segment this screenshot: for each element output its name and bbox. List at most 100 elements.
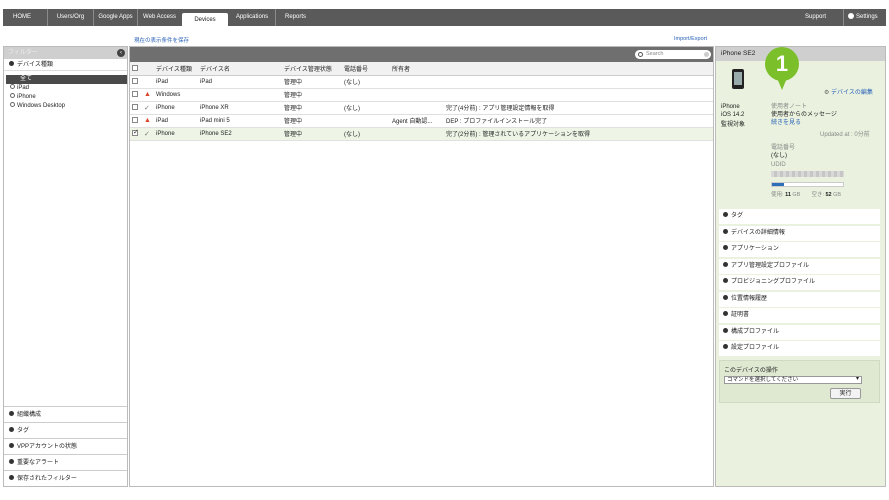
mgmt-cell: 管理中 [282, 75, 342, 89]
filter-section-org[interactable]: 組織構成 [4, 406, 127, 422]
tab-users-org[interactable]: Users/Org [47, 9, 93, 26]
table-row[interactable]: ▲ iPad iPad mini 5 管理中 Agent 自動認... DEP … [130, 114, 713, 128]
tab-devices[interactable]: Devices [182, 13, 228, 28]
col-header-phone[interactable]: 電話番号 [342, 62, 390, 76]
info-cell: DEP : プロファイルインストール完了 [444, 114, 713, 128]
section-label: 構成プロファイル [731, 328, 780, 335]
gear-icon [848, 13, 854, 19]
phone-value: (なし) [771, 153, 787, 159]
plus-icon [723, 294, 728, 300]
row-checkbox[interactable] [132, 117, 138, 123]
tab-reports[interactable]: Reports [275, 9, 315, 26]
filter-item-iphone[interactable]: iPhone [6, 93, 127, 102]
table-row-selected[interactable]: ✓ iPhone iPhone SE2 管理中 (なし) 完了(2分前) : 管… [130, 127, 713, 141]
filter-item-windows-desktop[interactable]: Windows Desktop [6, 102, 127, 111]
filter-bottom-sections: 組織構成 タグ VPPアカウントの状態 重要なアラート 保存されたフィルター [4, 406, 127, 486]
col-header-mgmt[interactable]: デバイス管理状態 [282, 62, 342, 76]
filter-item-ipad[interactable]: iPad [6, 84, 127, 93]
clear-icon[interactable] [704, 52, 709, 57]
section-settings-profiles[interactable]: 設定プロファイル [719, 341, 880, 356]
owner-cell [390, 88, 444, 102]
section-app-config[interactable]: アプリ管理設定プロファイル [719, 258, 880, 274]
owner-cell: Agent 自動認... [390, 114, 444, 128]
col-header-type[interactable]: デバイス種類 [154, 62, 198, 76]
row-checkbox[interactable] [132, 91, 138, 97]
owner-cell [390, 127, 444, 141]
row-select-cell[interactable] [130, 127, 142, 141]
tab-home[interactable]: HOME [3, 9, 41, 26]
free-value: 52 [825, 192, 832, 198]
plus-icon [723, 327, 728, 333]
run-button[interactable]: 実行 [830, 388, 861, 399]
settings-link[interactable]: Settings [843, 9, 878, 26]
section-label: 重要なアラート [17, 460, 60, 466]
callout-badge: 1 [765, 47, 799, 95]
section-location-history[interactable]: 位置情報履歴 [719, 291, 880, 307]
row-select-cell[interactable] [130, 114, 142, 128]
name-cell: iPhone XR [198, 101, 282, 115]
col-header-owner[interactable]: 所有者 [390, 62, 444, 76]
iphone-icon [732, 69, 744, 89]
filter-section-alerts[interactable]: 重要なアラート [4, 454, 127, 470]
section-certificates[interactable]: 証明書 [719, 308, 880, 323]
section-label: 組織構成 [17, 412, 42, 418]
badge-number: 1 [765, 47, 799, 81]
filter-section-device-type[interactable]: デバイス種類 [4, 59, 127, 71]
item-label: iPhone [17, 94, 36, 100]
info-cell [444, 88, 713, 102]
device-table: デバイス種類 デバイス名 デバイス管理状態 電話番号 所有者 iPad iPad… [130, 62, 713, 141]
support-link[interactable]: Support [805, 9, 826, 26]
filter-section-tag[interactable]: タグ [4, 422, 127, 438]
section-provisioning[interactable]: プロビジョニングプロファイル [719, 275, 880, 290]
table-row[interactable]: ▲ Windows 管理中 [130, 88, 713, 102]
item-label: Windows Desktop [17, 103, 66, 109]
tab-applications[interactable]: Applications [229, 9, 275, 26]
section-applications[interactable]: アプリケーション [719, 242, 880, 257]
tab-web-access[interactable]: Web Access [137, 9, 181, 26]
row-checkbox[interactable] [132, 104, 138, 110]
row-select-cell[interactable] [130, 88, 142, 102]
section-tag[interactable]: タグ [719, 209, 880, 224]
row-checkbox-checked[interactable] [132, 128, 139, 136]
mgmt-cell: 管理中 [282, 88, 342, 102]
select-all-cell[interactable] [130, 62, 142, 76]
filter-item-all[interactable]: 全て [6, 75, 127, 84]
filter-header: フィルター ‹ [4, 47, 127, 59]
tab-google-apps[interactable]: Google Apps [93, 9, 137, 26]
command-select[interactable]: コマンドを選択してください [724, 376, 862, 384]
plus-icon [723, 311, 728, 316]
table-row[interactable]: ✓ iPhone iPhone XR 管理中 (なし) 完了(4分前) : アプ… [130, 101, 713, 115]
search-input[interactable]: Search [635, 50, 711, 59]
section-label: デバイスの詳細情報 [731, 229, 785, 236]
name-cell: iPad mini 5 [198, 114, 282, 128]
section-label: タグ [731, 213, 744, 219]
col-header-name[interactable]: デバイス名 [198, 62, 282, 76]
note-more-link[interactable]: 続きを見る [771, 117, 801, 126]
row-select-cell[interactable] [130, 101, 142, 115]
free-label: 空き: [811, 192, 824, 198]
section-label: 位置情報履歴 [731, 295, 768, 302]
edit-device-link[interactable]: ⚙ デバイスの編集 [824, 87, 873, 96]
save-view-link[interactable]: 現在の表示条件を保存 [134, 36, 189, 44]
import-export-link[interactable]: Import/Export [674, 36, 707, 42]
table-row[interactable]: iPad iPad 管理中 (なし) [130, 75, 713, 89]
row-checkbox[interactable] [132, 78, 138, 84]
collapse-icon[interactable]: ‹ [117, 49, 125, 57]
plus-icon [9, 411, 14, 416]
plus-icon [9, 61, 14, 66]
row-select-cell[interactable] [130, 75, 142, 89]
used-unit: GB [792, 192, 801, 198]
info-cell: 完了(4分前) : アプリ管理設定情報を取得 [444, 101, 713, 115]
storage-bar-fill [772, 183, 785, 186]
section-device-details[interactable]: デバイスの詳細情報 [719, 225, 880, 241]
updated-at: Updated at : 0分前 [820, 132, 870, 138]
select-all-checkbox[interactable] [132, 64, 138, 71]
section-label: デバイス種類 [17, 62, 53, 68]
info-cell [444, 75, 713, 89]
section-label: 証明書 [731, 312, 750, 318]
filter-section-vpp[interactable]: VPPアカウントの状態 [4, 438, 127, 454]
section-config-profiles[interactable]: 構成プロファイル [719, 324, 880, 340]
name-cell: iPad [198, 75, 282, 89]
filter-section-saved[interactable]: 保存されたフィルター [4, 470, 127, 486]
item-label: iPad [17, 85, 30, 91]
